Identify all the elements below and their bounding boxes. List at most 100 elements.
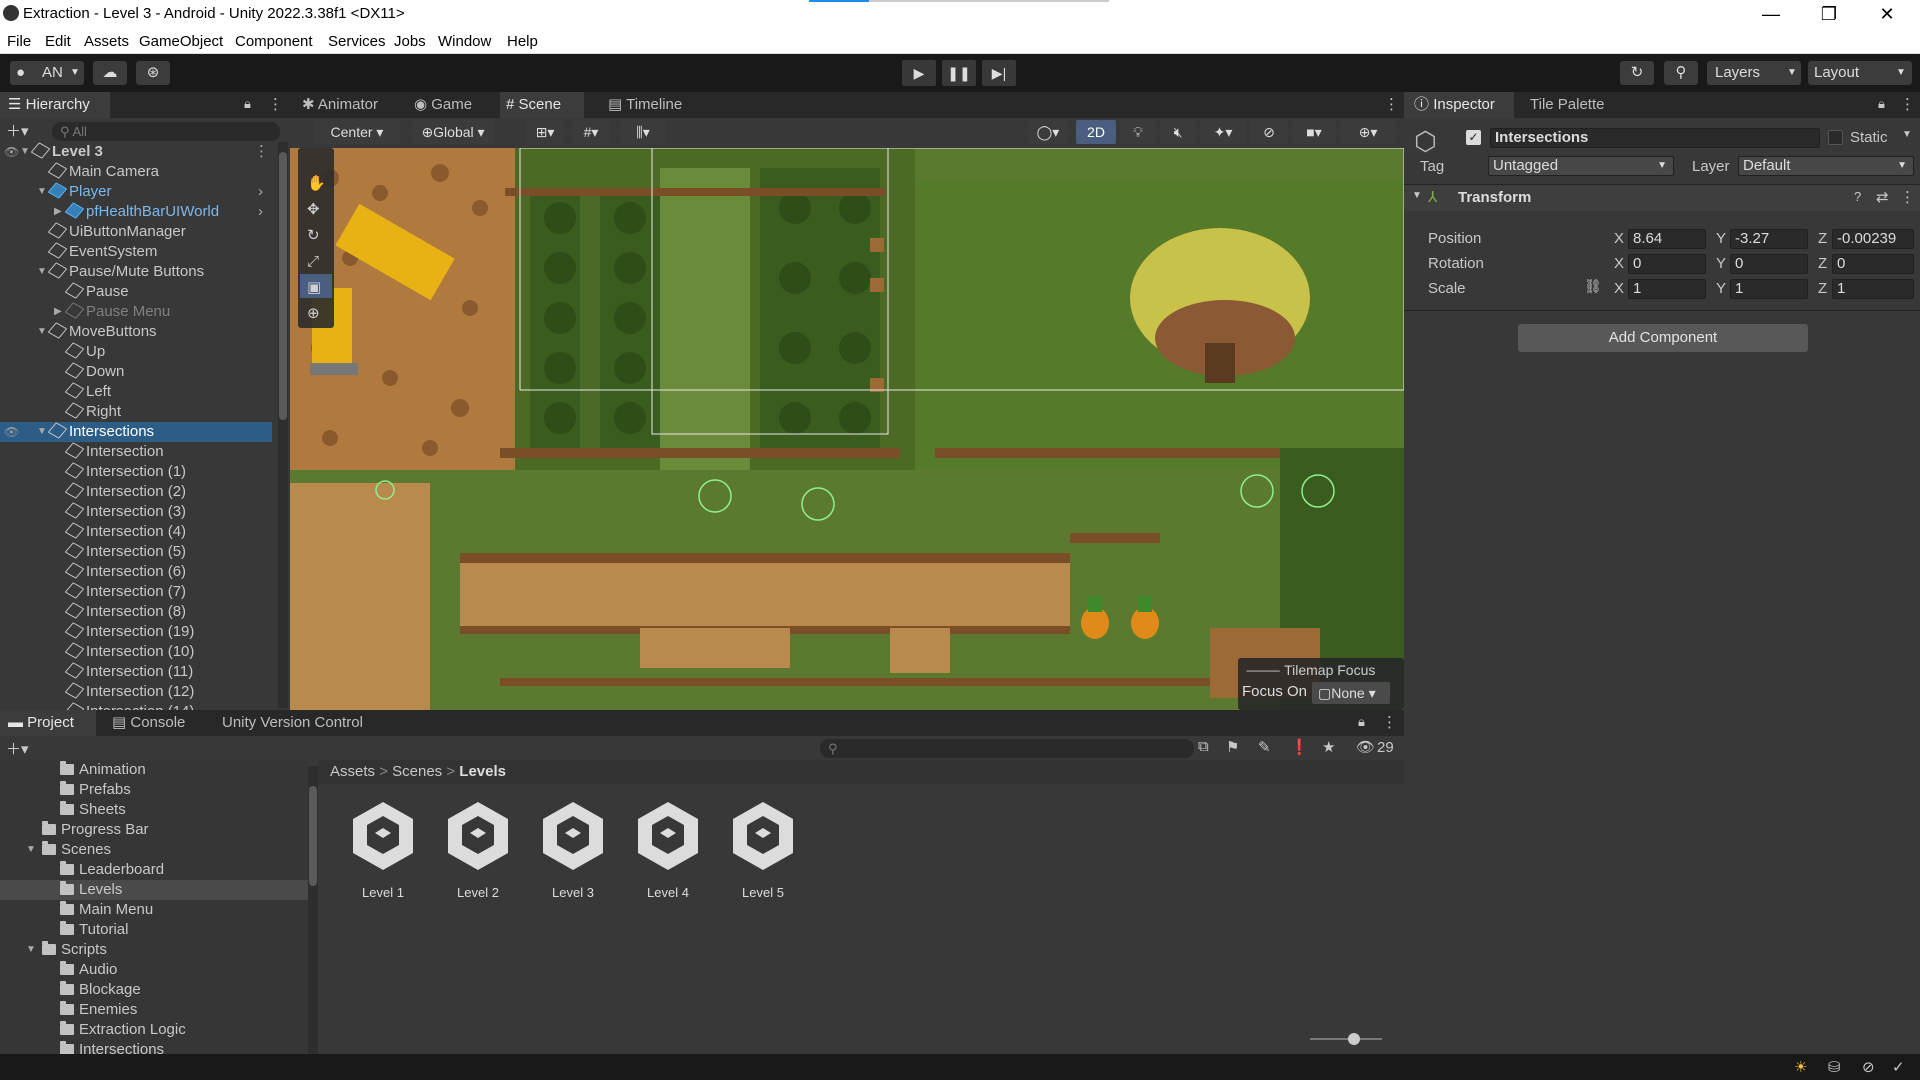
hierarchy-item[interactable]: Intersection (3)	[0, 502, 272, 522]
hierarchy-item[interactable]: Down	[0, 362, 272, 382]
tab-game[interactable]: ◉ Game	[414, 92, 490, 118]
hierarchy-item[interactable]: UiButtonManager	[0, 222, 272, 242]
asset-level-1[interactable]: Level 1	[338, 800, 428, 900]
gizmos-dropdown[interactable]: ⊕▾	[1340, 120, 1396, 144]
add-object-button[interactable]: ＋▾	[6, 120, 40, 142]
project-folder-item[interactable]: Audio	[0, 960, 308, 980]
hierarchy-scrollbar[interactable]	[278, 142, 288, 708]
space-dropdown[interactable]: ⊕Global ▾	[412, 120, 494, 144]
layers-dropdown[interactable]: Layers ▼	[1707, 61, 1801, 85]
tab-timeline[interactable]: ▤ Timeline	[608, 92, 698, 118]
more-options-icon[interactable]: ⋮	[1900, 95, 1915, 113]
tab-version-control[interactable]: Unity Version Control	[222, 710, 402, 736]
layer-dropdown[interactable]: Default ▼	[1738, 156, 1914, 176]
toggle-2d-button[interactable]: 2D	[1076, 120, 1116, 144]
active-checkbox[interactable]: ✓	[1466, 130, 1481, 145]
rotation-z-field[interactable]: 0	[1832, 254, 1914, 274]
increment-snap-dropdown[interactable]: ⫼▾	[620, 120, 666, 144]
project-folder-item[interactable]: Leaderboard	[0, 860, 308, 880]
create-asset-button[interactable]: ＋▾	[6, 738, 40, 760]
hierarchy-item[interactable]: Intersection (19)	[0, 622, 272, 642]
label-icon[interactable]: ✎	[1258, 738, 1271, 756]
step-button[interactable]: ▶|	[982, 60, 1016, 86]
add-component-button[interactable]: Add Component	[1518, 324, 1808, 352]
layout-dropdown[interactable]: Layout ▼	[1808, 61, 1912, 85]
chevron-right-icon[interactable]: ›	[258, 202, 263, 222]
draw-mode-dropdown[interactable]: ◯▾	[1028, 120, 1068, 144]
menu-jobs[interactable]: Jobs	[394, 33, 426, 50]
project-folder-item[interactable]: Intersections	[0, 1040, 308, 1054]
scale-z-field[interactable]: 1	[1832, 279, 1914, 299]
history-button[interactable]: ↻	[1620, 61, 1654, 85]
asset-level-2[interactable]: Level 2	[433, 800, 523, 900]
menu-edit[interactable]: Edit	[45, 33, 71, 50]
tag-dropdown[interactable]: Untagged ▼	[1488, 156, 1674, 176]
chevron-right-icon[interactable]: ›	[258, 182, 263, 202]
hierarchy-item[interactable]: ▶ pfHealthBarUIWorld ›	[0, 202, 272, 222]
expand-arrow-icon[interactable]: ▼	[26, 840, 38, 860]
pause-button[interactable]: ❚❚	[942, 60, 976, 86]
lighting-toggle[interactable]: 💡︎	[1120, 120, 1156, 144]
close-button[interactable]: ✕	[1858, 0, 1916, 29]
breadcrumb-scenes[interactable]: Scenes	[392, 763, 442, 780]
pivot-dropdown[interactable]: Center ▾	[314, 120, 400, 144]
scene-viewport[interactable]: ✋ ✥ ↻ ⤢ ▣ ⊕	[290, 148, 1404, 710]
hierarchy-item[interactable]: Intersection (6)	[0, 562, 272, 582]
account-dropdown[interactable]: ● AN ▼	[10, 61, 84, 85]
hierarchy-item[interactable]: ▼ Pause/Mute Buttons	[0, 262, 272, 282]
hierarchy-item[interactable]: Intersection (12)	[0, 682, 272, 702]
audio-toggle[interactable]: 🔇︎	[1160, 120, 1196, 144]
zoom-slider-handle[interactable]	[1348, 1033, 1360, 1045]
hierarchy-item[interactable]: Intersection (11)	[0, 662, 272, 682]
play-button[interactable]: ▶	[902, 60, 936, 86]
camera-dropdown[interactable]: ■▾	[1292, 120, 1336, 144]
breadcrumb-assets[interactable]: Assets	[330, 763, 375, 780]
project-folder-item[interactable]: ▼ Scripts	[0, 940, 308, 960]
project-folder-item[interactable]: Levels	[0, 880, 308, 900]
filter-icon[interactable]: ⚑	[1226, 738, 1239, 756]
snap-dropdown[interactable]: ⊞▾	[526, 120, 564, 144]
network-icon[interactable]: ⊘	[1862, 1058, 1875, 1076]
position-x-field[interactable]: 8.64	[1628, 229, 1706, 249]
tab-console[interactable]: ▤ Console	[112, 710, 202, 736]
rotation-x-field[interactable]: 0	[1628, 254, 1706, 274]
hierarchy-item[interactable]: Intersection (5)	[0, 542, 272, 562]
hierarchy-item[interactable]: ▼ MoveButtons	[0, 322, 272, 342]
asset-level-5[interactable]: Level 5	[718, 800, 808, 900]
expand-arrow-icon[interactable]: ▼	[26, 940, 38, 960]
hierarchy-item[interactable]: Pause	[0, 282, 272, 302]
hidden-packages-icon[interactable]: 👁︎	[1356, 738, 1375, 756]
hierarchy-item[interactable]: EventSystem	[0, 242, 272, 262]
zoom-slider[interactable]	[1310, 1033, 1382, 1045]
search-button[interactable]: ⚲	[1664, 61, 1698, 85]
tab-animator[interactable]: ✱ Animator	[302, 92, 392, 118]
tab-project[interactable]: ▬ Project	[0, 710, 96, 736]
asset-level-4[interactable]: Level 4	[623, 800, 713, 900]
hierarchy-item[interactable]: Intersection (7)	[0, 582, 272, 602]
position-z-field[interactable]: -0.00239	[1832, 229, 1914, 249]
project-folder-item[interactable]: ▼ Scenes	[0, 840, 308, 860]
lock-icon[interactable]: 🔒︎	[1358, 714, 1365, 730]
project-folder-item[interactable]: Animation	[0, 760, 308, 780]
asset-level-3[interactable]: Level 3	[528, 800, 618, 900]
hierarchy-item[interactable]: Right	[0, 402, 272, 422]
cloud-button[interactable]: ☁	[93, 61, 127, 85]
menu-window[interactable]: Window	[438, 33, 491, 50]
effects-dropdown[interactable]: ✦▾	[1200, 120, 1246, 144]
more-options-icon[interactable]: ⋮	[1384, 95, 1399, 113]
hierarchy-item[interactable]: Intersection (14)	[0, 702, 272, 710]
project-folder-item[interactable]: Progress Bar	[0, 820, 308, 840]
project-folder-item[interactable]: Blockage	[0, 980, 308, 1000]
hierarchy-item[interactable]: Intersection (4)	[0, 522, 272, 542]
auto-generate-lighting-icon[interactable]: ✓	[1892, 1058, 1905, 1076]
help-icon[interactable]: ?	[1854, 189, 1861, 204]
lock-icon[interactable]: 🔒︎	[1878, 96, 1885, 112]
project-folder-item[interactable]: Main Menu	[0, 900, 308, 920]
menu-services[interactable]: Services	[328, 33, 386, 50]
menu-gameobject[interactable]: GameObject	[139, 33, 223, 50]
lock-icon[interactable]: 🔒︎	[244, 96, 251, 112]
menu-component[interactable]: Component	[235, 33, 313, 50]
project-folder-item[interactable]: Sheets	[0, 800, 308, 820]
minimize-button[interactable]: —	[1742, 0, 1800, 29]
link-icon[interactable]: ⛓	[1584, 278, 1602, 295]
